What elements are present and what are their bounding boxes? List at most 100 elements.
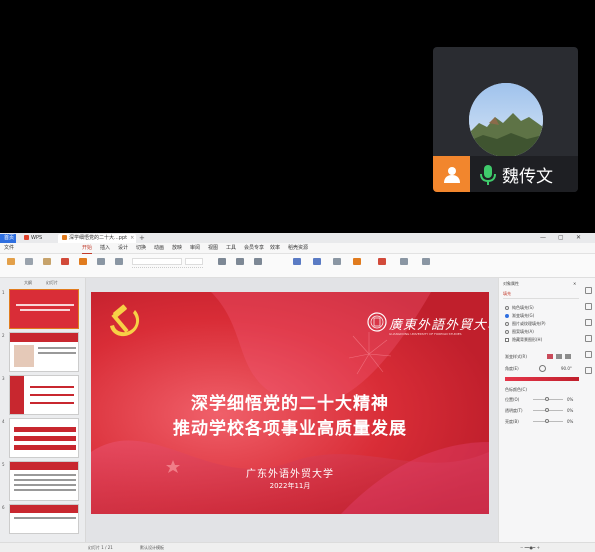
slide-title-line-2[interactable]: 推动学校各项事业高质量发展	[91, 414, 489, 439]
thumb-number: 5	[2, 462, 5, 467]
layout-button[interactable]	[94, 257, 108, 275]
close-tab-icon[interactable]: ×	[130, 235, 134, 241]
align-button[interactable]	[251, 257, 265, 275]
thumbnail-tabs: 大纲 幻灯片	[0, 278, 86, 287]
new-slide-button[interactable]	[76, 257, 90, 275]
maximize-icon[interactable]: ▢	[558, 234, 564, 242]
position-slider-knob[interactable]	[545, 397, 549, 401]
gradient-bar[interactable]	[505, 377, 579, 381]
close-window-icon[interactable]: ✕	[576, 234, 581, 242]
shape-icon[interactable]	[585, 351, 592, 358]
tab-wps-label: WPS	[31, 235, 43, 241]
position-value[interactable]: 0%	[567, 397, 573, 402]
gradient-fill-radio[interactable]	[505, 314, 509, 318]
panel-section-fill[interactable]: 填充	[503, 291, 511, 297]
slide-counter: 幻灯片 1 / 21	[88, 545, 113, 550]
slide-title-line-1[interactable]: 深学细悟党的二十大精神	[91, 389, 489, 414]
participant-video-tile[interactable]: 魏传文	[433, 47, 578, 192]
hide-background-checkbox[interactable]	[505, 338, 509, 342]
paste-button[interactable]	[4, 257, 18, 275]
slide-thumbnail-6[interactable]	[9, 504, 79, 534]
object-properties-panel: 对象属性 ✕ 填充 纯色填充(S) 渐变填充(G) 图片或纹理填充(P) 图案填…	[498, 278, 595, 542]
menu-view[interactable]: 视图	[208, 244, 218, 253]
slide-thumbnail-3[interactable]	[9, 375, 79, 415]
slide-thumbnail-1[interactable]	[9, 289, 79, 329]
transparency-value[interactable]: 0%	[567, 408, 573, 413]
pattern-fill-radio[interactable]	[505, 330, 509, 334]
angle-dial[interactable]	[539, 365, 546, 372]
reset-button[interactable]	[112, 257, 126, 275]
transparency-label: 透明度(T)	[505, 408, 523, 413]
transition-icon[interactable]	[585, 335, 592, 342]
slide-thumbnail-2[interactable]	[9, 332, 79, 372]
slide-thumbnail-pane: 大纲 幻灯片 1 2 3 4 5 6	[0, 278, 86, 542]
menu-slideshow[interactable]: 放映	[172, 244, 182, 253]
color-stop-label: 色标颜色(C)	[505, 387, 527, 392]
numbering-button[interactable]	[233, 257, 247, 275]
slide-thumbnail-4[interactable]	[9, 418, 79, 458]
shared-screen-wps-window: 首页 WPS 深学细悟党的二十大...ppt × + — ▢ ✕ 文件 开始 插入…	[0, 233, 595, 552]
arrange-button[interactable]	[330, 257, 344, 275]
option-label: 渐变填充(G)	[512, 313, 535, 318]
menu-animation[interactable]: 动画	[154, 244, 164, 253]
gradient-swatch[interactable]	[556, 354, 562, 359]
menu-home[interactable]: 开始	[82, 244, 93, 254]
tab-document[interactable]: 深学细悟党的二十大...ppt ×	[58, 234, 136, 243]
menu-design[interactable]: 设计	[118, 244, 128, 253]
menu-tools[interactable]: 工具	[226, 244, 236, 253]
brightness-value[interactable]: 0%	[567, 419, 573, 424]
tab-home[interactable]: 首页	[0, 234, 16, 243]
zoom-controls[interactable]: − ━━●━ +	[520, 545, 540, 550]
gradient-swatch[interactable]	[565, 354, 571, 359]
shape-button[interactable]	[310, 257, 324, 275]
menu-transition[interactable]: 切换	[136, 244, 146, 253]
solid-fill-radio[interactable]	[505, 306, 509, 310]
select-button[interactable]	[419, 257, 433, 275]
menu-efficiency[interactable]: 效率	[270, 244, 280, 253]
menu-file[interactable]: 文件	[4, 244, 14, 253]
textbox-button[interactable]	[290, 257, 304, 275]
animation-icon[interactable]	[585, 319, 592, 326]
play-button[interactable]	[58, 257, 72, 275]
properties-icon[interactable]	[585, 287, 592, 294]
picture-fill-radio[interactable]	[505, 322, 509, 326]
font-format-row[interactable]	[132, 267, 203, 274]
brightness-slider-knob[interactable]	[545, 419, 549, 423]
university-name[interactable]: 广东外语外贸大学	[91, 465, 489, 480]
tab-slides[interactable]: 幻灯片	[46, 280, 58, 286]
wps-icon	[24, 235, 29, 240]
settings-icon[interactable]	[585, 367, 592, 374]
participant-name: 魏传文	[502, 167, 553, 187]
fill-button[interactable]	[375, 257, 389, 275]
slide-date[interactable]: 2022年11月	[91, 481, 489, 491]
slide-editing-canvas[interactable]: 廣東外語外貿大學 GUANGDONG UNIVERSITY OF FOREIGN…	[86, 278, 498, 542]
tab-outline[interactable]: 大纲	[24, 280, 32, 286]
angle-label: 角度(E)	[505, 366, 519, 371]
design-icon[interactable]	[585, 303, 592, 310]
transparency-slider-knob[interactable]	[545, 408, 549, 412]
ppt-file-icon	[62, 235, 67, 240]
current-slide[interactable]: 廣東外語外貿大學 GUANGDONG UNIVERSITY OF FOREIGN…	[91, 292, 489, 514]
add-tab-icon[interactable]: +	[139, 234, 145, 243]
microphone-icon[interactable]	[477, 163, 499, 187]
university-logo-subtitle: GUANGDONG UNIVERSITY OF FOREIGN STUDIES	[389, 332, 462, 336]
minimize-icon[interactable]: —	[540, 234, 546, 242]
tab-wps[interactable]: WPS	[20, 234, 54, 243]
find-button[interactable]	[397, 257, 411, 275]
gradient-style-label: 渐变样式(R)	[505, 354, 527, 359]
panel-close-icon[interactable]: ✕	[573, 281, 576, 286]
menu-review[interactable]: 审阅	[190, 244, 200, 253]
font-family-select[interactable]	[132, 258, 182, 265]
format-painter-button[interactable]	[40, 257, 54, 275]
slide-thumbnail-5[interactable]	[9, 461, 79, 501]
gradient-swatch[interactable]	[547, 354, 553, 359]
menu-insert[interactable]: 插入	[100, 244, 110, 253]
ribbon-toolbar	[0, 254, 595, 278]
bullets-button[interactable]	[215, 257, 229, 275]
angle-value[interactable]: 90.0°	[561, 366, 572, 371]
cut-button[interactable]	[22, 257, 36, 275]
font-size-select[interactable]	[185, 258, 203, 265]
menu-member[interactable]: 会员专享	[244, 244, 264, 253]
quick-style-button[interactable]	[350, 257, 364, 275]
menu-docer[interactable]: 稻壳资源	[288, 244, 308, 253]
